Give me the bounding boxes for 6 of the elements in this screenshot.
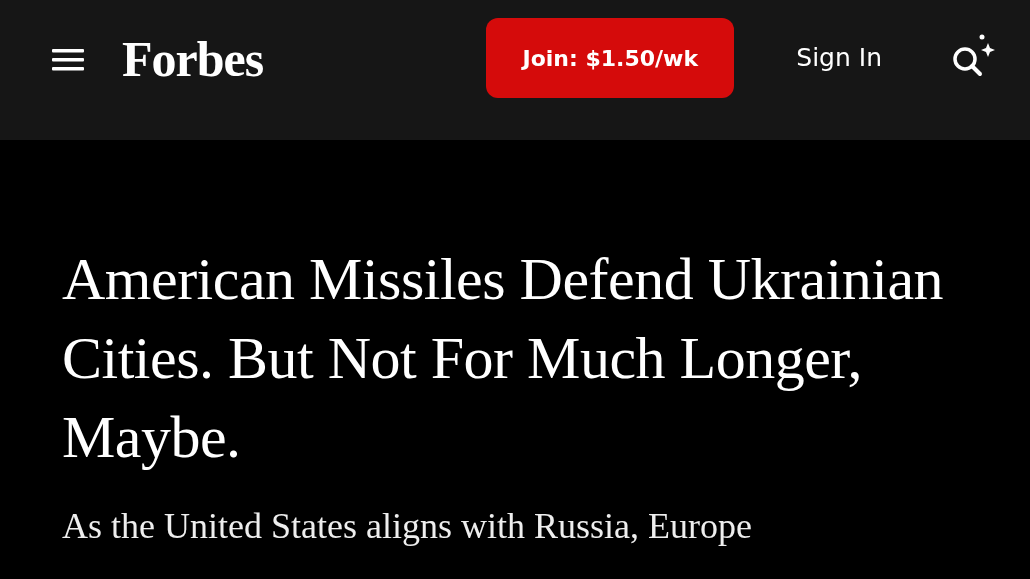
article-summary: As the United States aligns with Russia, Europe — [62, 505, 753, 547]
article-headline: American Missiles Defend Ukrainian Cities. But Not For Much Longer, Maybe. — [62, 245, 945, 472]
menu-icon[interactable] — [52, 48, 84, 72]
join-button[interactable]: Join: $1.50/wk — [486, 18, 735, 98]
sign-in-link[interactable]: Sign In — [796, 42, 882, 72]
logo[interactable]: Forbes — [122, 30, 264, 88]
